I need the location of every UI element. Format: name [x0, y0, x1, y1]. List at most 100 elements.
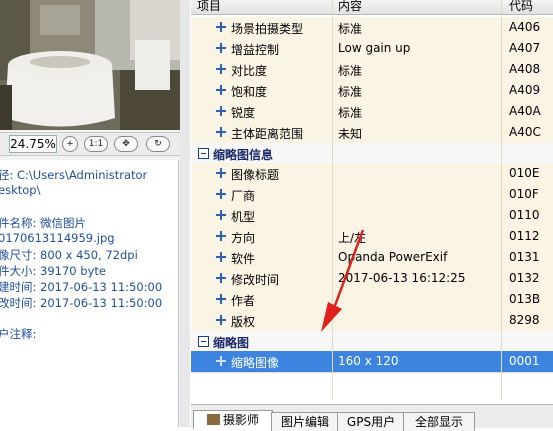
zoom-toolbar: 24.75% + 1:1 ✥ ↻: [0, 132, 180, 156]
cell-item: 图像标题: [231, 168, 280, 182]
expand-plus-icon: [216, 273, 226, 283]
column-divider: [501, 0, 502, 400]
expand-plus-icon: [216, 356, 226, 366]
cell-code: A407: [509, 41, 541, 55]
group-header[interactable]: 缩略图信息: [191, 143, 553, 164]
cell-code: 0110: [509, 208, 540, 222]
actual-size-button[interactable]: 1:1: [84, 136, 108, 152]
image-size-label: 像尺寸: 800 x 450, 72dpi: [0, 248, 138, 262]
cell-item: 主体距离范围: [231, 127, 304, 141]
cell-code: 0112: [509, 229, 540, 243]
expand-plus-icon: [216, 252, 226, 262]
cell-code: A40C: [509, 125, 541, 139]
cell-value: Low gain up: [338, 41, 411, 55]
table-row[interactable]: 厂商 010F: [191, 184, 553, 206]
file-size-label: 件大小: 39170 byte: [0, 264, 106, 278]
cell-item: 对比度: [231, 64, 268, 78]
table-row[interactable]: 图像标题 010E: [191, 163, 553, 185]
image-preview: [0, 0, 180, 130]
cell-value: 2017-06-13 16:12:25: [338, 271, 466, 285]
group-header[interactable]: 缩略图: [191, 331, 553, 352]
cell-value: 标准: [338, 64, 363, 78]
cell-item: 锐度: [231, 106, 256, 120]
tab-label: 摄影师: [222, 413, 259, 427]
table-row[interactable]: 方向 上/左 0112: [191, 226, 553, 248]
exif-table: 项目 内容 代码 场景拍摄类型 标准 A406 增益控制 Low gain up A407…: [191, 0, 553, 400]
table-row[interactable]: 对比度 标准 A408: [191, 59, 553, 81]
file-path-cont: esktop\: [0, 183, 41, 197]
cell-code: 0131: [509, 250, 540, 264]
cell-code: 013B: [509, 292, 541, 306]
table-row[interactable]: 缩略图像 160 x 120 0001: [191, 351, 553, 373]
collapse-icon[interactable]: [198, 148, 209, 159]
cell-code: 010F: [509, 187, 539, 201]
cell-item: 缩略图像: [231, 356, 280, 370]
tab-image-edit[interactable]: 图片编辑: [271, 412, 339, 431]
zoom-in-icon[interactable]: +: [62, 136, 78, 152]
cell-item: 软件: [231, 252, 256, 266]
cell-value: 标准: [338, 106, 363, 120]
tab-photographer[interactable]: 摄影师: [193, 410, 273, 429]
cell-code: A40A: [509, 104, 541, 118]
expand-plus-icon: [216, 43, 226, 53]
modified-time-label: 改时间: 2017-06-13 11:50:00: [0, 296, 163, 310]
fit-window-icon[interactable]: ✥: [114, 136, 138, 152]
expand-plus-icon: [216, 189, 226, 199]
table-row[interactable]: 场景拍摄类型 标准 A406: [191, 17, 553, 39]
expand-plus-icon: [216, 22, 226, 32]
cell-value: 标准: [338, 22, 363, 36]
expand-plus-icon: [216, 64, 226, 74]
expand-plus-icon: [216, 294, 226, 304]
table-header: 项目 内容 代码: [191, 0, 553, 15]
cell-value: 上/左: [338, 231, 367, 245]
table-row[interactable]: 锐度 标准 A40A: [191, 101, 553, 123]
expand-plus-icon: [216, 85, 226, 95]
file-info-panel: 径: C:\Users\Administrator esktop\ 件名称: 微…: [0, 160, 179, 427]
cell-code: 010E: [509, 166, 540, 180]
cell-value: Opanda PowerExif: [338, 250, 448, 264]
table-row[interactable]: 增益控制 Low gain up A407: [191, 38, 553, 60]
expand-plus-icon: [216, 168, 226, 178]
cell-code: A409: [509, 83, 541, 97]
expand-plus-icon: [216, 127, 226, 137]
cell-item: 版权: [231, 315, 256, 329]
zoom-level-field[interactable]: 24.75%: [9, 135, 57, 153]
cell-code: A406: [509, 20, 541, 34]
cell-value: 标准: [338, 85, 363, 99]
table-row[interactable]: 主体距离范围 未知 A40C: [191, 122, 553, 144]
table-row[interactable]: 软件 Opanda PowerExif 0131: [191, 247, 553, 269]
cell-item: 增益控制: [231, 43, 280, 57]
table-row[interactable]: 饱和度 标准 A409: [191, 80, 553, 102]
rotate-icon[interactable]: ↻: [146, 136, 170, 152]
cell-code: 8298: [509, 313, 540, 327]
file-name-label: 件名称: 微信图片: [0, 216, 87, 230]
created-time-label: 建时间: 2017-06-13 11:50:00: [0, 280, 163, 294]
user-comment-label: 户注释:: [0, 327, 37, 341]
cell-item: 饱和度: [231, 85, 268, 99]
table-row[interactable]: 机型 0110: [191, 205, 553, 227]
group-title: 缩略图: [213, 336, 250, 350]
table-row[interactable]: 作者 013B: [191, 289, 553, 311]
cell-item: 方向: [231, 231, 256, 245]
expand-plus-icon: [216, 231, 226, 241]
cell-item: 机型: [231, 210, 256, 224]
cell-item: 场景拍摄类型: [231, 22, 304, 36]
table-row[interactable]: 版权 8298: [191, 310, 553, 332]
expand-plus-icon: [216, 210, 226, 220]
tab-gps-user[interactable]: GPS用户: [337, 412, 405, 431]
expand-plus-icon: [216, 315, 226, 325]
splitter[interactable]: [180, 0, 190, 427]
bottom-tab-bar: 摄影师 图片编辑 GPS用户 全部显示: [191, 404, 553, 431]
cell-item: 厂商: [231, 189, 256, 203]
left-panel: 24.75% + 1:1 ✥ ↻ 径: C:\Users\Administrat…: [0, 0, 180, 427]
header-value[interactable]: 内容: [338, 0, 362, 14]
column-divider: [332, 0, 333, 400]
table-row[interactable]: 修改时间 2017-06-13 16:12:25 0132: [191, 268, 553, 290]
collapse-icon[interactable]: [198, 336, 209, 347]
cell-code: 0132: [509, 271, 540, 285]
header-code[interactable]: 代码: [509, 0, 533, 14]
cell-item: 作者: [231, 294, 256, 308]
tab-show-all[interactable]: 全部显示: [403, 412, 475, 431]
header-item[interactable]: 项目: [197, 0, 221, 14]
file-name-cont: 0170613114959.jpg: [0, 231, 115, 245]
